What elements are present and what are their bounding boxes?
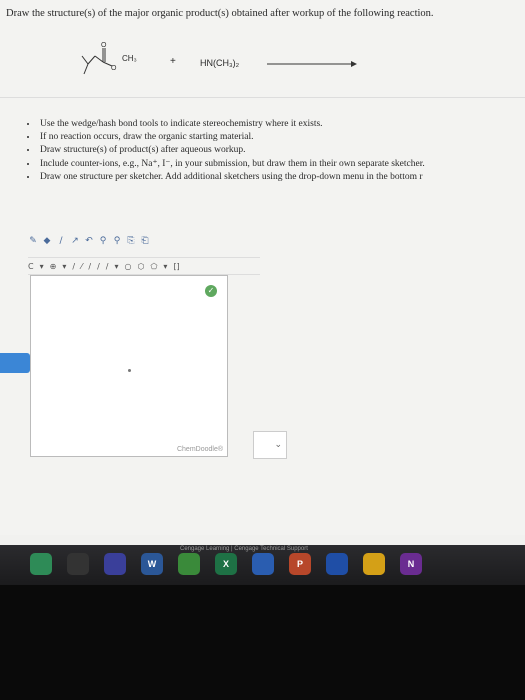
reagent-label: HN(CH₃)₂ <box>200 58 240 68</box>
arrow-icon[interactable]: ↗ <box>70 236 80 246</box>
hash-bond-tool[interactable]: / <box>106 262 109 271</box>
chrome-icon[interactable] <box>178 553 200 575</box>
dock-icons: WXPN <box>30 553 422 575</box>
instruction-item: Draw structure(s) of product(s) after aq… <box>38 144 525 157</box>
undo-icon[interactable]: ↶ <box>84 236 94 246</box>
reaction-arrow <box>267 61 357 67</box>
hexagon-ring-tool[interactable]: ⬡ <box>137 262 144 271</box>
double-bond-tool[interactable]: ⁄ <box>81 262 82 271</box>
wedge-bond-tool[interactable]: / <box>97 262 100 271</box>
bracket-tool[interactable]: [] <box>173 262 179 271</box>
blue-app-icon[interactable] <box>326 553 348 575</box>
charge-tool[interactable]: ⊕ <box>50 262 57 271</box>
chevron-down-icon[interactable]: ▾ <box>163 262 167 271</box>
word-icon[interactable]: W <box>141 553 163 575</box>
eraser-icon[interactable]: ◆ <box>42 236 52 246</box>
dark-background <box>0 585 525 700</box>
copy-icon[interactable]: ⎘ <box>126 236 136 246</box>
svg-text:O: O <box>101 42 107 49</box>
single-bond-tool[interactable]: / <box>72 262 75 271</box>
onenote-icon[interactable]: N <box>400 553 422 575</box>
excel-icon[interactable]: X <box>215 553 237 575</box>
pentagon-ring-tool[interactable]: ⬠ <box>150 262 157 271</box>
lasso-icon[interactable]: ∕ <box>56 236 66 246</box>
firefox-icon[interactable] <box>252 553 274 575</box>
instruction-item: Use the wedge/hash bond tools to indicat… <box>38 118 525 131</box>
powerpoint-icon[interactable]: P <box>289 553 311 575</box>
sketcher-toolbar-bottom: C ▾ ⊕ ▾ / ⁄ / / / ▾ ○ ⬡ ⬠ ▾ [] <box>28 257 260 275</box>
canvas-dot <box>128 369 131 372</box>
instruction-item: Draw one structure per sketcher. Add add… <box>38 171 525 184</box>
svg-text:O: O <box>111 65 117 72</box>
triple-bond-tool[interactable]: / <box>88 262 91 271</box>
element-select[interactable]: C <box>28 262 34 271</box>
finder-icon[interactable] <box>30 553 52 575</box>
cursor-icon[interactable] <box>67 553 89 575</box>
chevron-down-icon[interactable]: ▾ <box>114 262 118 271</box>
zoom-in-icon[interactable]: ⚲ <box>98 236 108 246</box>
section-divider <box>0 97 525 98</box>
reaction-scheme: O O CH₃ + HN(CH₃)₂ <box>70 36 370 86</box>
chevron-down-icon[interactable]: ▾ <box>40 262 44 271</box>
chevron-down-icon: ⌄ <box>274 440 282 450</box>
instruction-item: If no reaction occurs, draw the organic … <box>38 131 525 144</box>
help-icon[interactable] <box>104 553 126 575</box>
check-icon[interactable]: ✓ <box>205 285 217 297</box>
chrome-icon-2[interactable] <box>363 553 385 575</box>
methyl-label: CH₃ <box>122 54 137 63</box>
pencil-icon[interactable]: ✎ <box>28 236 38 246</box>
zoom-out-icon[interactable]: ⚲ <box>112 236 122 246</box>
sketcher-canvas[interactable]: ✓ ChemDoodle® <box>30 275 228 457</box>
methyl-ester-structure: O O <box>81 42 117 75</box>
dock-tooltip: Cengage Learning | Cengage Technical Sup… <box>180 546 308 552</box>
ring-tool[interactable]: ○ <box>125 262 132 271</box>
question-page: Draw the structure(s) of the major organ… <box>0 0 525 535</box>
plus-sign: + <box>170 56 176 67</box>
add-sketcher-dropdown[interactable]: ⌄ <box>253 431 287 459</box>
chevron-down-icon[interactable]: ▾ <box>62 262 66 271</box>
paste-icon[interactable]: ⎗ <box>140 236 150 246</box>
chemdoodle-brand: ChemDoodle® <box>176 446 223 453</box>
side-tab[interactable] <box>0 353 30 373</box>
sketcher-toolbar-top: ✎ ◆ ∕ ↗ ↶ ⚲ ⚲ ⎘ ⎗ <box>28 236 150 246</box>
instruction-item: Include counter-ions, e.g., Na⁺, I⁻, in … <box>38 158 525 171</box>
instruction-list: Use the wedge/hash bond tools to indicat… <box>22 118 525 184</box>
question-prompt: Draw the structure(s) of the major organ… <box>6 8 434 19</box>
